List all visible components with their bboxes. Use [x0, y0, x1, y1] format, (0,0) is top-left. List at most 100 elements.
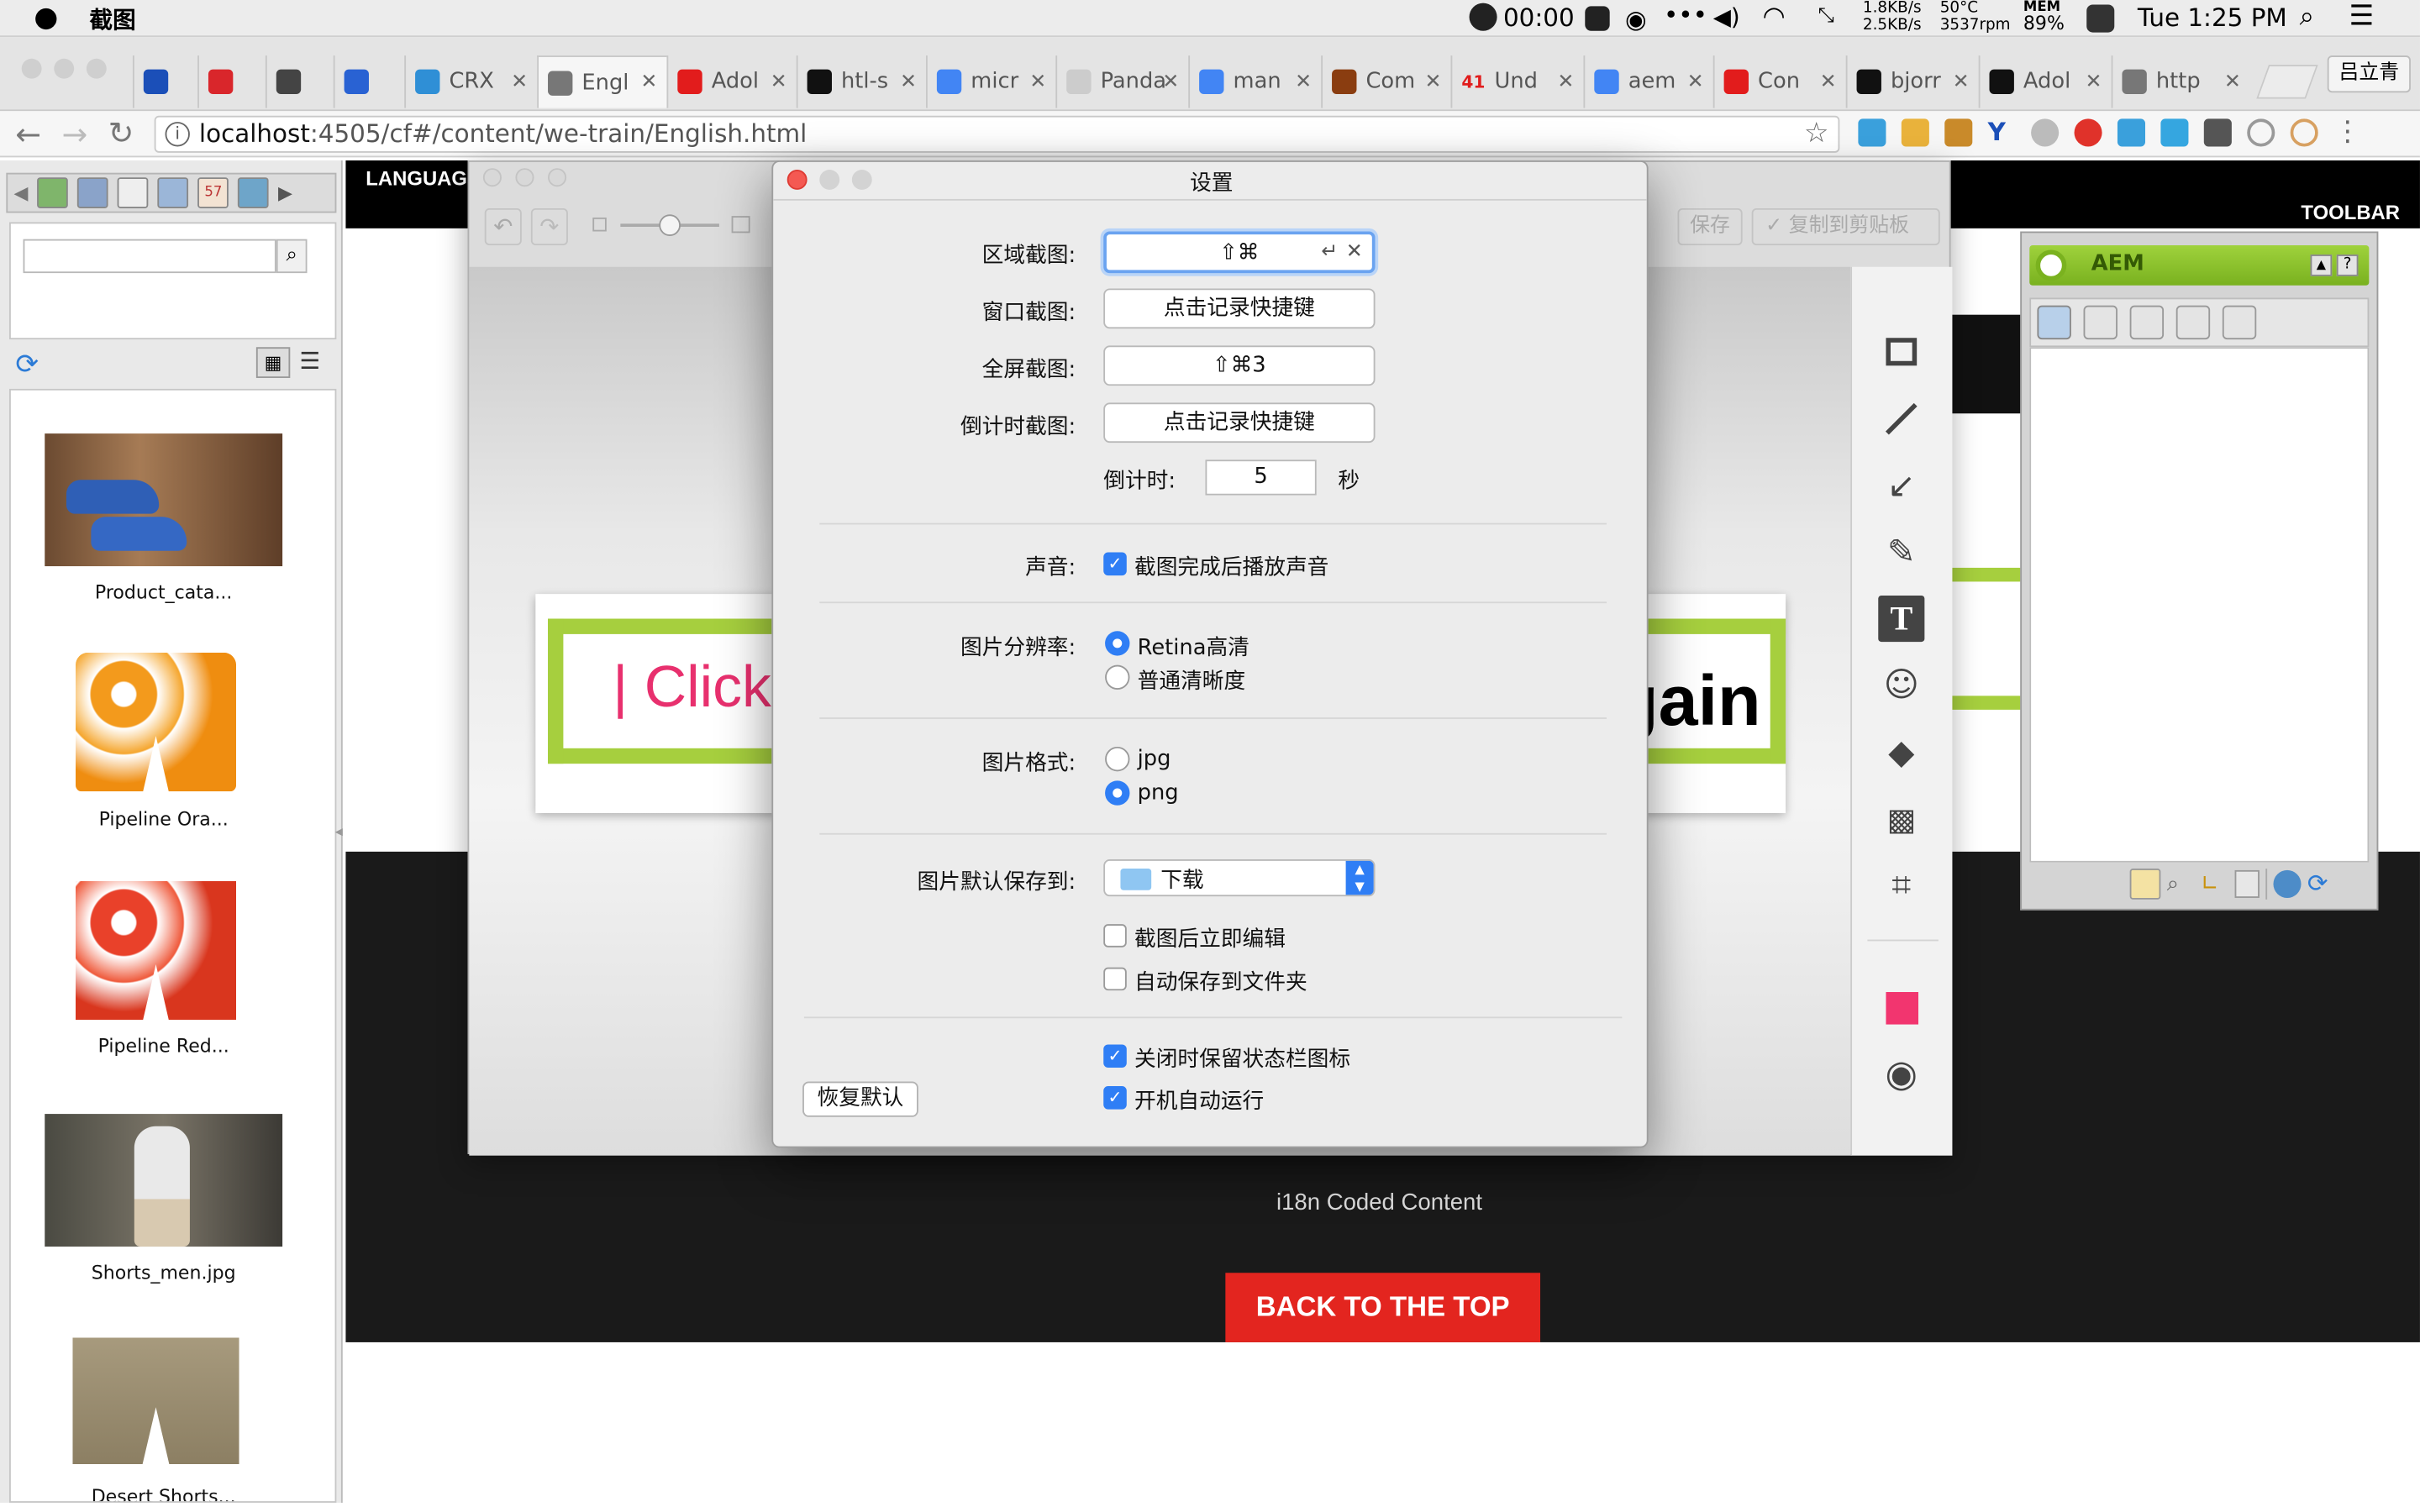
app-name[interactable]: 截图 — [90, 3, 136, 36]
crop-tool-icon[interactable]: ⌗ — [1878, 863, 1924, 909]
save-location-select[interactable]: 下载 ▲ ▼ — [1103, 859, 1376, 897]
browser-tab[interactable]: bjorr ✕ — [1845, 55, 1979, 108]
info-icon[interactable]: i — [165, 122, 190, 147]
confirm-shortcut-icon[interactable]: ↵ — [1321, 234, 1338, 271]
finder-next-icon[interactable]: ▶ — [278, 182, 292, 204]
auto-save-checkbox[interactable] — [1103, 967, 1127, 991]
notification-list-icon[interactable]: ☰ — [2349, 0, 2374, 33]
browser-tab[interactable]: http ✕ — [2111, 55, 2250, 108]
toolbar-nav[interactable]: TOOLBAR — [2301, 201, 2400, 224]
browser-tab[interactable]: Adol ✕ — [666, 55, 796, 108]
sidekick-lock-tab[interactable] — [2129, 305, 2165, 340]
tab-close-icon[interactable]: ✕ — [1820, 71, 1837, 94]
browser-tab[interactable]: Com ✕ — [1321, 55, 1450, 108]
sidekick-collapse-icon[interactable]: ▲ — [2310, 255, 2333, 276]
tab-close-icon[interactable]: ✕ — [1424, 71, 1441, 94]
text-tool-icon[interactable]: T — [1878, 595, 1925, 643]
fullscreen-shot-shortcut-field[interactable]: ⇧⌘3 — [1103, 345, 1376, 386]
browser-tab[interactable]: man ✕ — [1188, 55, 1321, 108]
ext-folder-icon[interactable] — [1901, 118, 1929, 147]
editor-save-button[interactable]: 保存 — [1677, 207, 1743, 246]
area-shot-shortcut-field[interactable]: ⇧⌘ ↵ ✕ — [1103, 231, 1376, 274]
asset-caption[interactable]: Shorts_men.jpg — [20, 1262, 308, 1284]
list-view-icon[interactable]: ☰ — [299, 347, 320, 375]
select-chevron-icon[interactable]: ▲ ▼ — [1345, 860, 1374, 895]
design-mode-icon[interactable]: ∟ — [2201, 870, 2228, 898]
tab-close-icon[interactable]: ✕ — [2086, 71, 2102, 94]
png-option[interactable]: png — [1138, 780, 1179, 805]
ext-cookie-icon[interactable] — [2290, 118, 2318, 147]
language-nav[interactable]: LANGUAG — [366, 166, 467, 190]
png-radio[interactable] — [1105, 780, 1130, 806]
grid-view-icon[interactable]: ▦ — [255, 347, 291, 378]
editor-minimize-dot[interactable] — [515, 168, 534, 187]
zoom-out-icon[interactable] — [592, 217, 607, 232]
preview-mode-icon[interactable]: ⌕ — [2167, 870, 2195, 898]
ext-star-icon[interactable] — [1944, 118, 1973, 147]
retina-option[interactable]: Retina高清 — [1138, 631, 1249, 662]
tab-close-icon[interactable]: ✕ — [1557, 71, 1574, 94]
close-window-dot[interactable] — [21, 58, 42, 79]
asset-thumbnail-red-shorts[interactable] — [75, 880, 237, 1021]
browser-tab[interactable]: Con ✕ — [1712, 55, 1846, 108]
edit-mode-icon[interactable] — [2129, 869, 2161, 900]
restore-defaults-button[interactable]: 恢复默认 — [802, 1081, 918, 1117]
finder-docs-tab[interactable] — [118, 177, 149, 208]
zoom-window-dot[interactable] — [86, 58, 107, 79]
copy-to-clipboard-button[interactable]: ✓ 复制到剪贴板 — [1751, 207, 1940, 246]
asset-thumbnail-orange-shorts[interactable] — [75, 652, 237, 792]
location-icon[interactable]: ◉ — [1625, 5, 1647, 34]
more-icon[interactable]: ••• — [1664, 0, 1707, 29]
panel-collapse-handle[interactable]: ◂ — [335, 824, 343, 841]
edit-after-option[interactable]: 截图后立即编辑 — [1134, 922, 1286, 953]
wifi-icon[interactable]: ◠ — [1763, 2, 1786, 33]
sidekick-components-tab[interactable] — [2037, 305, 2071, 340]
timer-text[interactable]: 00:00 — [1503, 3, 1575, 33]
normal-resolution-option[interactable]: 普通清晰度 — [1138, 665, 1246, 696]
finder-search-input[interactable] — [23, 239, 276, 274]
tab-close-icon[interactable]: ✕ — [640, 71, 657, 94]
pencil-tool-icon[interactable]: ✎ — [1878, 529, 1924, 575]
edit-after-checkbox[interactable] — [1103, 924, 1127, 948]
back-to-top-button[interactable]: BACK TO THE TOP — [1225, 1273, 1541, 1342]
browser-tab[interactable] — [333, 55, 404, 108]
finder-globe-tab[interactable] — [238, 177, 270, 208]
finder-prev-icon[interactable]: ◀ — [14, 182, 29, 204]
ext-f-icon[interactable] — [1858, 118, 1886, 147]
finder-search-icon[interactable]: ⌕ — [276, 239, 308, 274]
back-icon[interactable]: ← — [15, 116, 41, 153]
ext-todoist-icon[interactable] — [2074, 118, 2102, 147]
sidekick-clock-tab[interactable] — [2175, 305, 2211, 340]
volume-icon[interactable]: ◀) — [1713, 3, 1740, 31]
sidekick-header[interactable]: AEM ▲ ? — [2029, 245, 2370, 286]
window-shot-shortcut-field[interactable]: 点击记录快捷键 — [1103, 288, 1376, 329]
sidekick-refresh-icon[interactable]: ⟳ — [2307, 869, 2335, 898]
sidekick-help-icon[interactable]: ? — [2336, 255, 2359, 276]
finder-components-tab[interactable] — [77, 177, 108, 208]
clear-shortcut-icon[interactable]: ✕ — [1346, 234, 1363, 271]
tab-close-icon[interactable]: ✕ — [511, 71, 528, 94]
emoji-tool-icon[interactable]: ☺ — [1878, 662, 1924, 708]
tab-close-icon[interactable]: ✕ — [2224, 71, 2241, 94]
jpg-radio[interactable] — [1105, 746, 1130, 772]
browser-tab[interactable]: micr ✕ — [926, 55, 1055, 108]
reload-icon[interactable]: ↻ — [108, 114, 134, 151]
editor-zoom-dot[interactable] — [548, 168, 567, 187]
ext-arrow-icon[interactable] — [2203, 118, 2232, 147]
browser-tab[interactable]: 41 Und ✕ — [1450, 55, 1583, 108]
undo-button[interactable]: ↶ — [484, 207, 522, 246]
ext-m-icon[interactable] — [2117, 118, 2146, 147]
redo-button[interactable]: ↷ — [530, 207, 568, 246]
browser-tab[interactable] — [197, 55, 266, 108]
ext-circle-icon[interactable] — [2031, 118, 2060, 147]
zoom-in-icon[interactable] — [731, 216, 750, 234]
play-sound-checkbox[interactable]: ✓ — [1103, 552, 1127, 576]
apple-icon[interactable]: ● — [34, 2, 58, 34]
keep-status-icon-checkbox[interactable]: ✓ — [1103, 1044, 1127, 1068]
globe-icon[interactable] — [2273, 869, 2302, 898]
scrobble-icon[interactable] — [2086, 4, 2115, 33]
bookmark-star-icon[interactable]: ☆ — [1804, 118, 1829, 151]
asset-thumbnail-man-shorts[interactable] — [45, 1114, 283, 1247]
ext-power-icon[interactable] — [2247, 118, 2275, 147]
new-tab-button[interactable] — [2256, 65, 2318, 99]
